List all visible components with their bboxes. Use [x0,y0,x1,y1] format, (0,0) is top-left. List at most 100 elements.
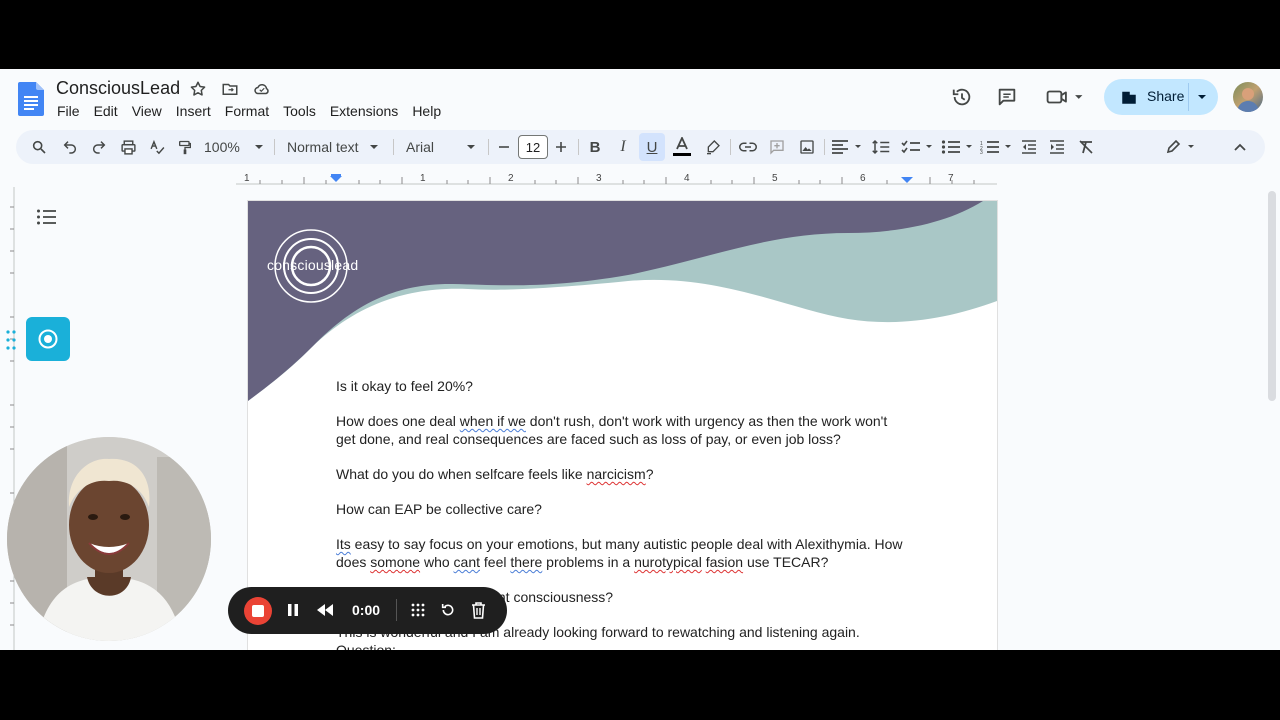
menu-bar: File Edit View Insert Format Tools Exten… [57,103,455,119]
menu-insert[interactable]: Insert [176,103,211,119]
text-color-icon[interactable] [671,130,693,164]
italic-icon[interactable]: I [612,130,634,164]
highlight-color-icon[interactable] [702,130,724,164]
star-icon[interactable] [188,79,208,99]
decrease-indent-icon[interactable] [1018,130,1040,164]
menu-edit[interactable]: Edit [94,103,118,119]
record-target-icon [38,329,58,349]
misspelled-word[interactable]: when if we [460,413,526,429]
pause-icon[interactable] [283,600,303,620]
document-outline-icon[interactable] [37,209,57,225]
ruler-mark: 4 [684,173,690,184]
add-comment-icon[interactable] [766,130,788,164]
version-history-icon[interactable] [950,85,974,109]
horizontal-ruler[interactable]: 1 1 2 3 4 5 6 7 [0,169,1280,187]
clear-formatting-icon[interactable] [1075,130,1097,164]
misspelled-word[interactable]: somone [370,554,420,570]
document-title[interactable]: ConsciousLead [56,78,180,99]
redo-icon[interactable] [88,130,110,164]
font-size-input[interactable]: 12 [518,135,548,159]
numbered-list-icon[interactable]: 123 [979,130,1015,164]
insert-link-icon[interactable] [737,130,759,164]
webcam-bubble[interactable] [7,437,211,641]
zoom-value: 100% [204,139,240,155]
checklist-icon[interactable] [900,130,936,164]
misspelled-word[interactable]: there [510,554,542,570]
text-run: use TECAR? [743,554,829,570]
menu-help[interactable]: Help [412,103,441,119]
zoom-select[interactable]: 100% [204,130,266,164]
text-run: Is it okay to feel 20%? [336,378,473,394]
docs-logo-icon[interactable] [18,82,44,116]
stop-icon [252,605,264,617]
editing-mode-icon[interactable] [1164,130,1200,164]
paint-format-icon[interactable] [174,130,196,164]
font-select[interactable]: Arial [406,130,478,164]
move-folder-icon[interactable] [220,79,240,99]
bold-icon[interactable]: B [584,130,606,164]
comments-icon[interactable] [995,85,1019,109]
drawing-grid-icon[interactable] [408,600,428,620]
print-icon[interactable] [117,130,139,164]
document-page[interactable]: consciouslead Is it okay to feel 20%? How… [248,201,997,650]
webcam-person-image [7,437,211,641]
header-wave-graphic [248,201,997,401]
screen-recorder-button[interactable] [26,317,70,361]
delete-recording-icon[interactable] [468,600,488,620]
misspelled-word[interactable]: fasion [706,554,743,570]
insert-image-icon[interactable] [796,130,818,164]
misspelled-word[interactable]: narcicism [587,466,646,482]
decrease-font-size-icon[interactable] [495,130,513,164]
vertical-ruler[interactable] [0,187,16,650]
meet-video-icon[interactable] [1044,85,1086,109]
line-spacing-icon[interactable] [870,130,892,164]
ruler-mark: 1 [420,173,426,184]
vertical-scrollbar[interactable] [1268,191,1276,401]
text-run: How does one deal [336,413,460,429]
text-run: feel [480,554,511,570]
top-bar: ConsciousLead File Edit View Insert Form… [0,69,1280,129]
document-paragraph[interactable]: Is it okay to feel 20%? [336,377,906,395]
increase-indent-icon[interactable] [1046,130,1068,164]
ruler-mark: 7 [948,173,954,184]
restart-icon[interactable] [438,600,458,620]
text-run: What do you do when selfcare feels like [336,466,587,482]
misspelled-word[interactable]: nurotypical [634,554,702,570]
menu-extensions[interactable]: Extensions [330,103,398,119]
document-paragraph[interactable]: Its easy to say focus on your emotions, … [336,535,906,571]
user-avatar[interactable] [1233,82,1263,112]
formatting-toolbar: 100% Normal text Arial 12 B I U 1 2 3 [16,130,1265,164]
cloud-saved-icon[interactable] [252,79,272,99]
menu-tools[interactable]: Tools [283,103,316,119]
bulleted-list-icon[interactable] [940,130,976,164]
document-paragraph[interactable]: How does one deal when if we don't rush,… [336,412,906,448]
ruler-mark: 3 [596,173,602,184]
ruler-mark: 5 [772,173,778,184]
chevron-down-icon [254,145,263,149]
misspelled-word[interactable]: Its [336,536,351,552]
menu-format[interactable]: Format [225,103,269,119]
rewind-icon[interactable] [315,600,335,620]
paragraph-style-select[interactable]: Normal text [287,130,383,164]
align-icon[interactable] [830,130,864,164]
menu-file[interactable]: File [57,103,80,119]
drag-handle-icon[interactable] [6,329,16,351]
increase-font-size-icon[interactable] [552,130,570,164]
ruler-mark: 2 [508,173,514,184]
stop-recording-button[interactable] [244,597,272,625]
consciouslead-logo-text: consciouslead [267,257,359,273]
share-button[interactable]: Share [1104,79,1218,115]
hide-menus-icon[interactable] [1229,130,1251,164]
underline-icon[interactable]: U [641,130,663,164]
document-paragraph[interactable]: How can EAP be collective care? [336,500,906,518]
recording-controls: 0:00 [228,587,507,634]
document-paragraph[interactable]: What do you do when selfcare feels like … [336,465,906,483]
text-run: How can EAP be collective care? [336,501,542,517]
search-menus-icon[interactable] [28,130,50,164]
menu-view[interactable]: View [132,103,162,119]
share-dropdown-icon[interactable] [1196,92,1208,102]
undo-icon[interactable] [59,130,81,164]
misspelled-word[interactable]: cant [454,554,480,570]
spellcheck-icon[interactable] [146,130,168,164]
text-run: who [420,554,454,570]
